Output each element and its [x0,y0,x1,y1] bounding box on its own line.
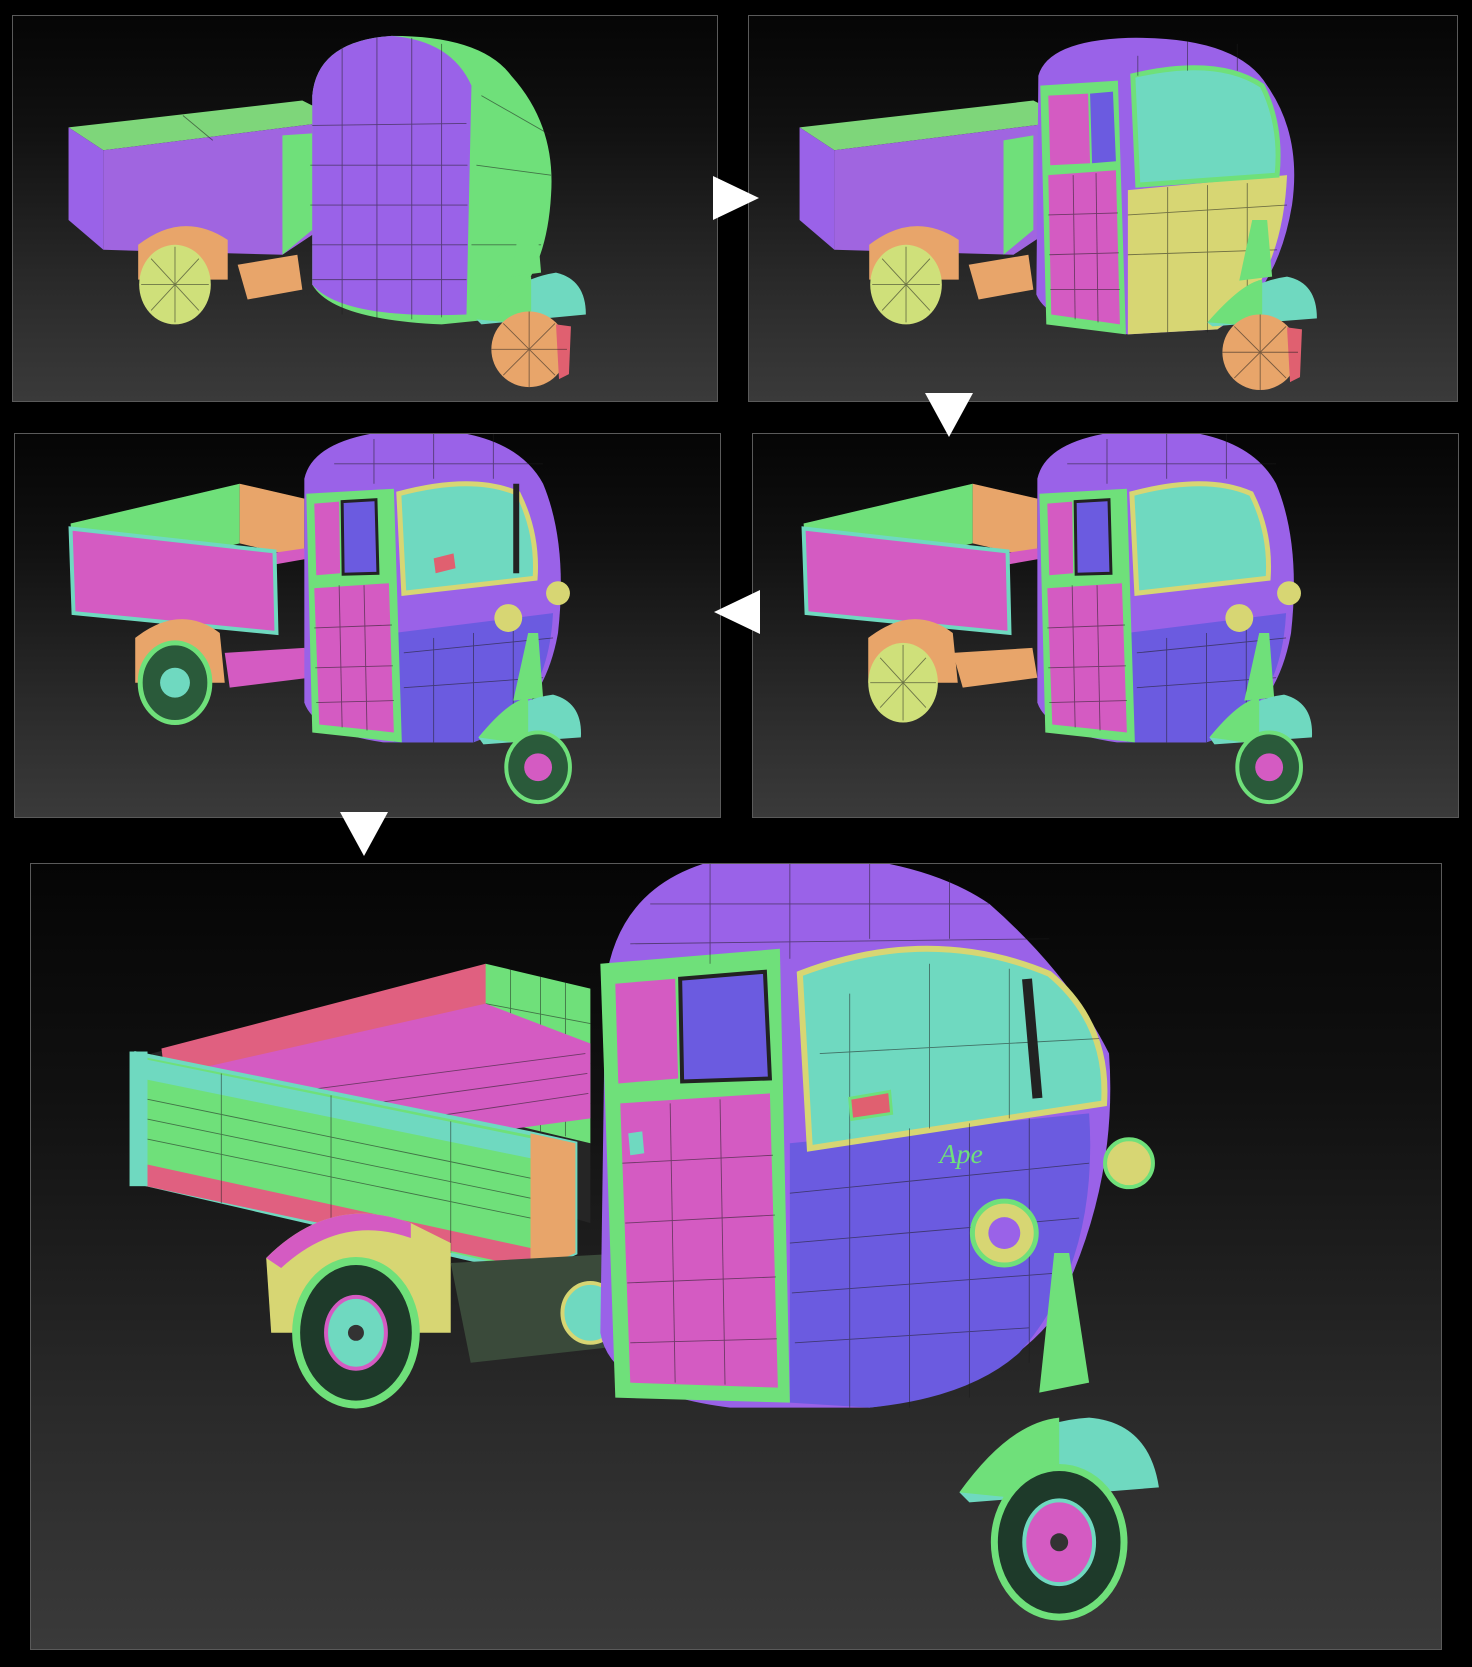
stage-2-cab-detail-panel [748,15,1458,402]
arrow-down-icon [340,812,388,856]
stage-2-truck-render [799,37,1317,391]
ape-logo-decal: Ape [937,1139,982,1170]
stage-1-truck-render [68,35,586,388]
stage-3-detailed-panel [14,433,721,818]
stage-3-truck-render [68,434,582,805]
stage-4-truck-render [801,434,1313,805]
arrow-down-icon [925,393,973,437]
stage-final-panel: Ape [30,863,1442,1650]
stage-4-detailed-panel [752,433,1459,818]
arrow-right-icon [713,176,759,220]
stage-1-blockout-panel [12,15,718,402]
arrow-left-icon [714,590,760,634]
stage-final-truck-render: Ape [129,864,1159,1621]
